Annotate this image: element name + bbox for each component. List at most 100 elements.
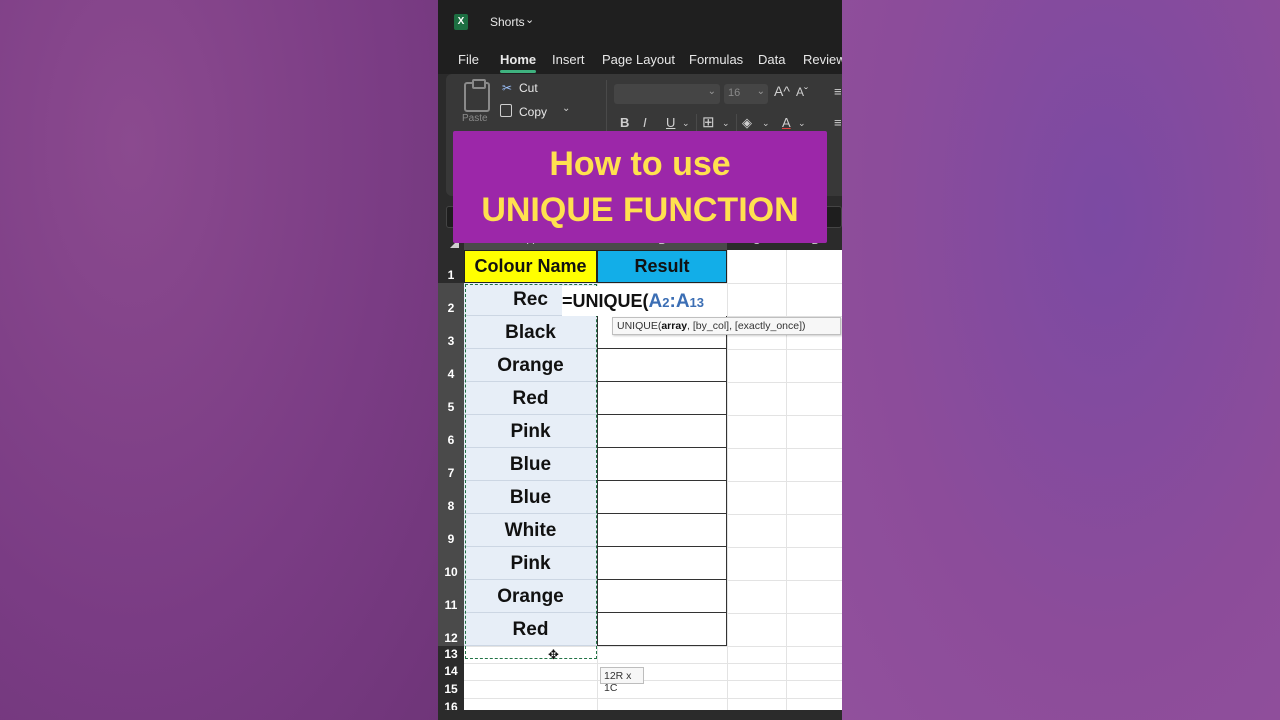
tooltip-optional-args: , [by_col], [exactly_once]) (687, 320, 806, 332)
tab-review[interactable]: Review (803, 52, 842, 67)
colour-cell[interactable]: Orange (464, 580, 597, 613)
tooltip-function-name: UNIQUE( (617, 320, 662, 332)
row-header-13[interactable]: 13 (438, 647, 464, 661)
chevron-down-icon[interactable]: ⌄ (562, 103, 570, 114)
row-header-15[interactable]: 15 (438, 682, 464, 696)
gridline (464, 698, 842, 699)
font-size-select[interactable]: 16 ⌄ (724, 84, 768, 104)
gridline (464, 663, 842, 664)
align-icon[interactable]: ≡ (834, 115, 842, 130)
worksheet-grid[interactable]: Colour Name Result Rec Black Orange Red … (464, 250, 842, 720)
function-signature-tooltip: UNIQUE(array, [by_col], [exactly_once]) (612, 317, 841, 335)
title-banner: How to use UNIQUE FUNCTION (453, 131, 827, 243)
result-cell[interactable] (597, 514, 727, 547)
colour-cell[interactable]: Orange (464, 349, 597, 382)
row-headers: 1 2 3 4 5 6 7 8 9 10 11 12 13 14 15 16 (438, 250, 464, 720)
chevron-down-icon: ⌄ (707, 86, 716, 97)
result-cell[interactable] (597, 580, 727, 613)
fill-color-icon[interactable]: ◈ (742, 115, 752, 131)
colour-cell[interactable]: Blue (464, 481, 597, 514)
result-cell[interactable] (597, 349, 727, 382)
excel-window: X Shorts ⌄ File Home Insert Page Layout … (438, 0, 842, 720)
colour-cell[interactable]: Red (464, 613, 597, 646)
paste-icon[interactable] (464, 79, 490, 112)
tab-file[interactable]: File (458, 52, 479, 67)
header-cell-colour-name[interactable]: Colour Name (464, 250, 597, 283)
paste-button-label[interactable]: Paste (462, 113, 488, 124)
font-color-icon[interactable]: A (782, 115, 791, 130)
gridline (464, 646, 842, 647)
active-tab-indicator (500, 70, 536, 73)
chevron-down-icon[interactable]: ⌄ (762, 118, 770, 129)
colour-cell[interactable]: Black (464, 316, 597, 349)
colour-cell[interactable]: Blue (464, 448, 597, 481)
header-cell-result[interactable]: Result (597, 250, 727, 283)
formula-ref-col-end: A (675, 291, 690, 312)
formula-edit-cell[interactable]: =UNIQUE(A2:A13 (562, 286, 704, 316)
tab-insert[interactable]: Insert (552, 52, 585, 67)
tooltip-array-arg[interactable]: array (661, 320, 687, 332)
background-left (0, 0, 438, 720)
ribbon-divider (736, 114, 737, 132)
row-header-1[interactable]: 1 (438, 268, 464, 282)
row-header-2[interactable]: 2 (438, 301, 464, 315)
italic-button[interactable]: I (643, 115, 647, 130)
borders-icon[interactable]: ⊞ (702, 113, 715, 131)
colour-cell[interactable]: White (464, 514, 597, 547)
increase-font-size-icon[interactable]: A^ (774, 83, 790, 99)
colour-cell[interactable]: Pink (464, 415, 597, 448)
title-bar: X Shorts ⌄ (438, 0, 842, 44)
decrease-font-size-icon[interactable]: Aˇ (796, 85, 808, 99)
copy-button[interactable]: Copy (519, 105, 547, 119)
formula-range-ref: A2:A13 (649, 291, 705, 312)
row-header-8[interactable]: 8 (438, 499, 464, 513)
row-header-10[interactable]: 10 (438, 565, 464, 579)
row-header-6[interactable]: 6 (438, 433, 464, 447)
row-header-9[interactable]: 9 (438, 532, 464, 546)
tab-formulas[interactable]: Formulas (689, 52, 743, 67)
chevron-down-icon[interactable]: ⌄ (722, 118, 730, 129)
chevron-down-icon: ⌄ (756, 86, 765, 97)
row-header-5[interactable]: 5 (438, 400, 464, 414)
font-family-select[interactable]: ⌄ (614, 84, 720, 104)
result-cell[interactable] (597, 415, 727, 448)
chevron-down-icon[interactable]: ⌄ (525, 13, 534, 26)
align-icon[interactable]: ≡ (834, 84, 842, 99)
copy-icon[interactable] (500, 104, 512, 117)
sheet-tabs-bar (438, 710, 842, 720)
document-title[interactable]: Shorts (490, 15, 525, 29)
colour-cell[interactable]: Red (464, 382, 597, 415)
tab-data[interactable]: Data (758, 52, 785, 67)
font-size-value: 16 (728, 87, 741, 99)
result-cell[interactable] (597, 448, 727, 481)
formula-ref-row-end: 13 (689, 295, 705, 310)
selection-size-tooltip: 12R x 1C (600, 667, 644, 694)
result-cell[interactable] (597, 613, 727, 646)
ribbon-tabs: File Home Insert Page Layout Formulas Da… (438, 44, 842, 74)
row-header-11[interactable]: 11 (438, 598, 464, 612)
scissors-icon[interactable]: ✂ (502, 81, 512, 95)
formula-ref-col-start: A (648, 291, 663, 312)
gridline (464, 680, 842, 681)
row-header-14[interactable]: 14 (438, 664, 464, 678)
background-right (842, 0, 1280, 720)
underline-button[interactable]: U (666, 115, 675, 130)
chevron-down-icon[interactable]: ⌄ (798, 118, 806, 129)
row-header-7[interactable]: 7 (438, 466, 464, 480)
result-cell[interactable] (597, 382, 727, 415)
chevron-down-icon[interactable]: ⌄ (682, 118, 690, 129)
colour-cell[interactable]: Pink (464, 547, 597, 580)
result-cell[interactable] (597, 547, 727, 580)
tab-page-layout[interactable]: Page Layout (602, 52, 675, 67)
row-header-12[interactable]: 12 (438, 631, 464, 645)
row-header-3[interactable]: 3 (438, 334, 464, 348)
ribbon-divider (696, 114, 697, 132)
tab-home[interactable]: Home (500, 52, 536, 67)
result-cell[interactable] (597, 481, 727, 514)
cut-button[interactable]: Cut (519, 81, 538, 95)
row-header-4[interactable]: 4 (438, 367, 464, 381)
excel-logo-icon[interactable]: X (454, 14, 468, 30)
banner-line-1: How to use (549, 145, 731, 183)
banner-line-2: UNIQUE FUNCTION (481, 191, 799, 229)
bold-button[interactable]: B (620, 115, 629, 130)
